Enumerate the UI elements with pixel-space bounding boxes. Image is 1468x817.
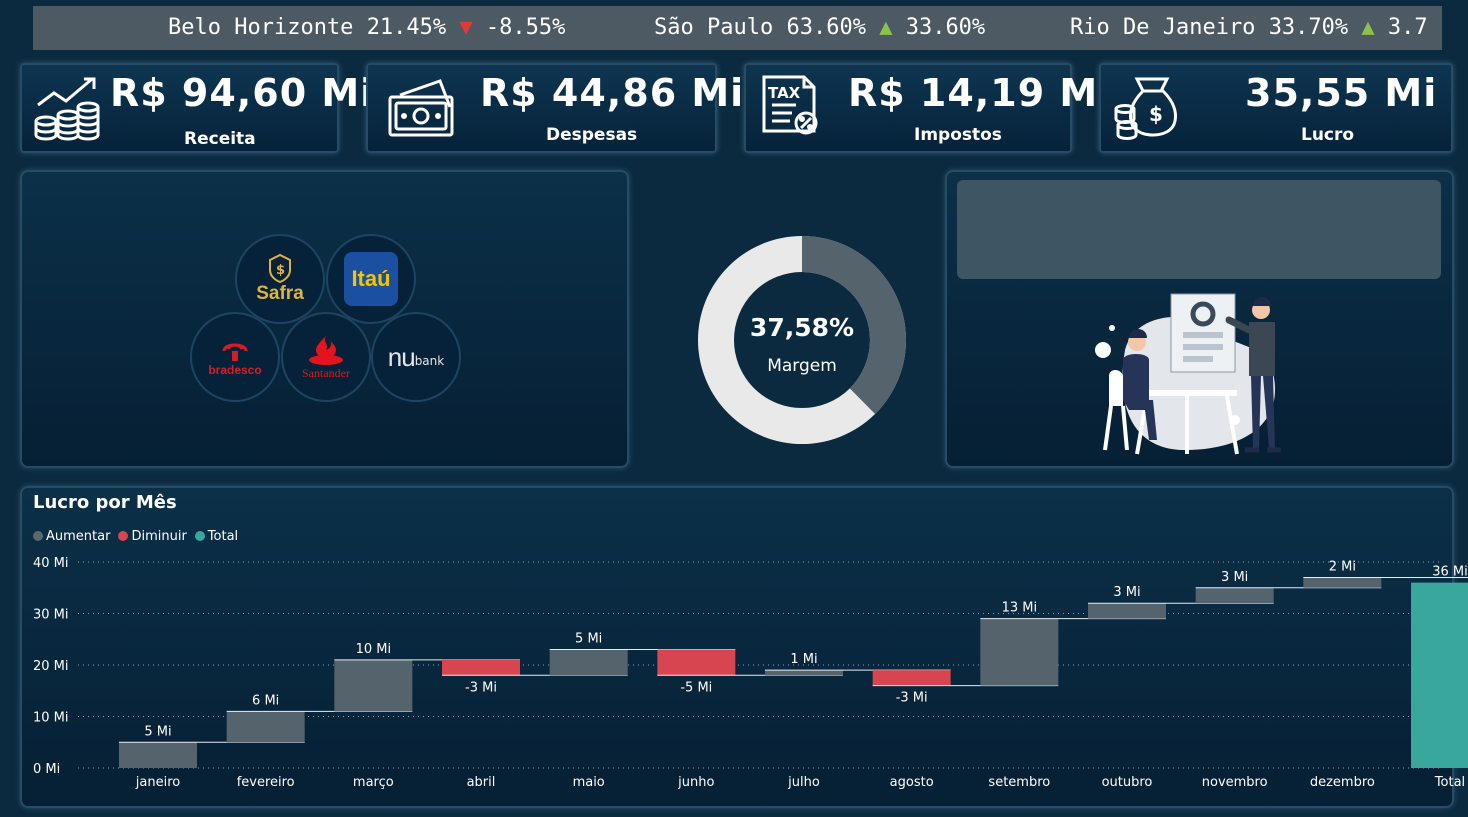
waterfall-bar <box>980 618 1059 686</box>
waterfall-bar <box>119 742 197 768</box>
waterfall-bar <box>872 670 951 686</box>
y-tick-label: 30 Mi <box>33 608 69 623</box>
data-label: -5 Mi <box>680 680 712 695</box>
waterfall-bar <box>1195 587 1274 604</box>
waterfall-bar <box>1303 577 1382 588</box>
waterfall-bar <box>765 670 843 676</box>
x-tick-label: dezembro <box>1310 775 1375 790</box>
waterfall-bar <box>549 649 628 676</box>
data-label: 6 Mi <box>252 693 279 708</box>
y-tick-label: 40 Mi <box>33 556 69 571</box>
waterfall-chart: 0 Mi 10 Mi 20 Mi 30 Mi 40 Mi 5 Mi janeiro 6 Mi f… <box>33 556 1468 790</box>
waterfall-bar <box>1088 603 1166 619</box>
waterfall-bar <box>657 649 736 676</box>
y-tick-label: 20 Mi <box>33 659 69 674</box>
x-tick-label: março <box>353 775 394 790</box>
x-tick-label: julho <box>787 775 820 790</box>
waterfall-bar <box>334 659 413 712</box>
x-tick-label: abril <box>467 775 496 790</box>
data-label: 13 Mi <box>1002 601 1038 616</box>
waterfall-bar <box>226 711 305 743</box>
data-label: 5 Mi <box>575 632 602 647</box>
x-tick-label: fevereiro <box>237 775 295 790</box>
x-tick-label: novembro <box>1202 775 1268 790</box>
y-tick-label: 0 Mi <box>33 762 60 777</box>
data-label: 1 Mi <box>790 652 817 667</box>
x-tick-label: maio <box>573 775 605 790</box>
x-tick-label: agosto <box>890 775 934 790</box>
data-label: 3 Mi <box>1221 570 1248 585</box>
y-tick-label: 10 Mi <box>33 711 69 726</box>
x-tick-label: outubro <box>1102 775 1153 790</box>
x-tick-label: junho <box>677 775 714 790</box>
data-label: 3 Mi <box>1113 585 1140 600</box>
x-tick-label: janeiro <box>135 775 180 790</box>
data-label: 2 Mi <box>1329 559 1356 574</box>
waterfall-bar <box>1411 582 1468 768</box>
data-label: -3 Mi <box>465 680 497 695</box>
waterfall-bar <box>442 659 520 676</box>
data-label: -3 Mi <box>896 691 928 706</box>
data-label: 10 Mi <box>356 642 392 657</box>
data-label: 5 Mi <box>144 724 171 739</box>
data-label: 36 Mi <box>1432 565 1468 580</box>
x-tick-label: setembro <box>988 775 1050 790</box>
x-tick-label: Total <box>1434 775 1465 790</box>
